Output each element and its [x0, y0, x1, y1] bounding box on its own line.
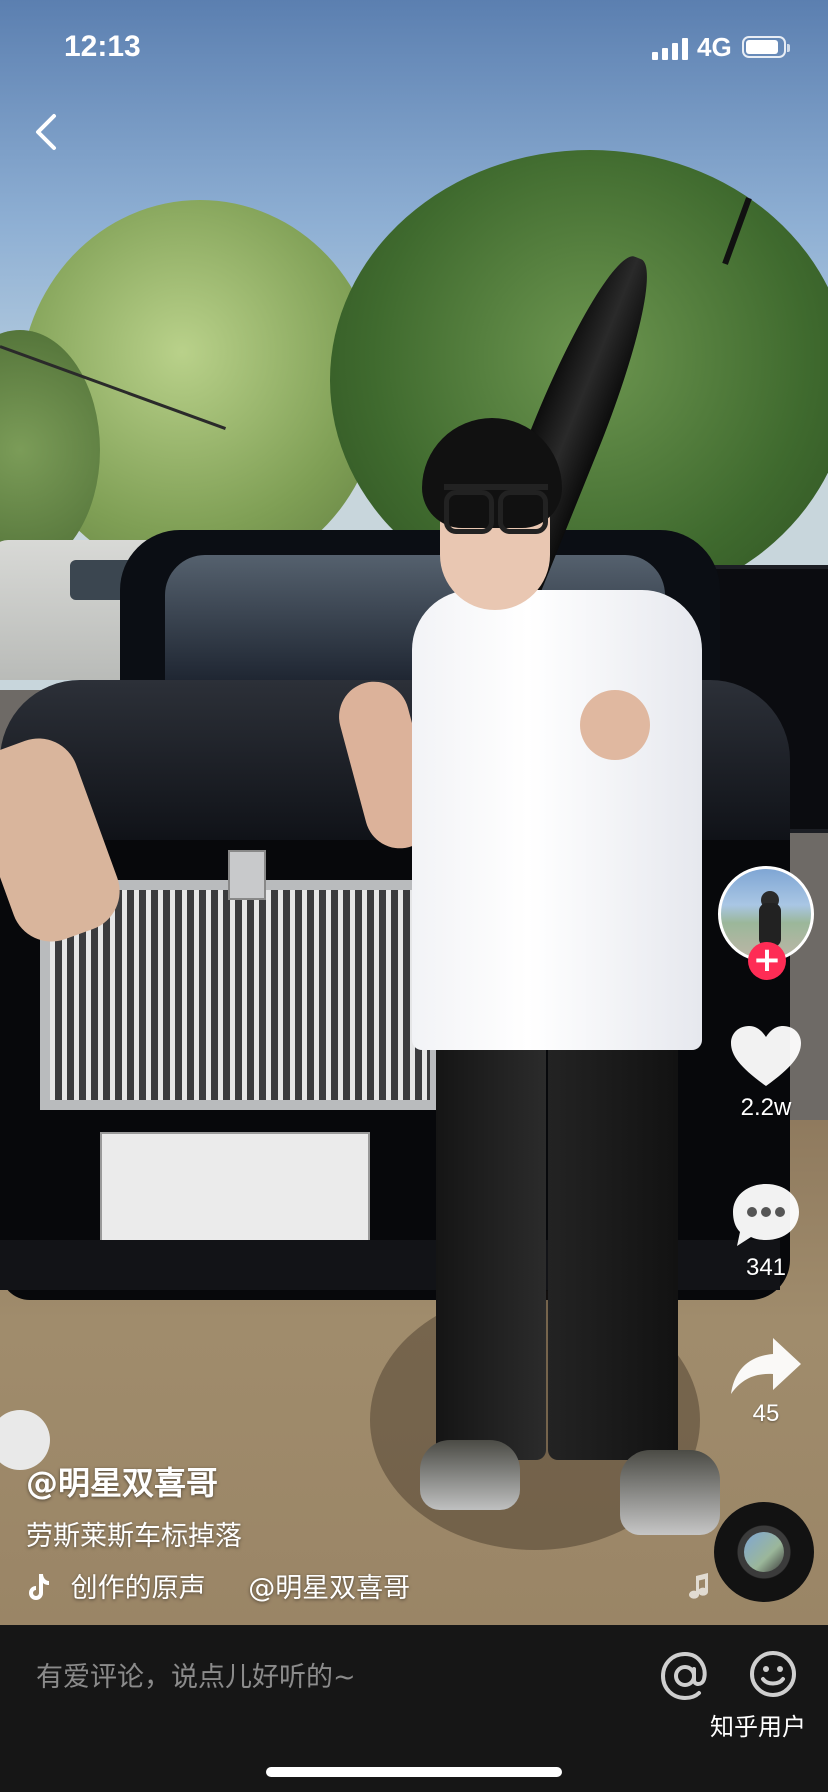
- share-icon: [731, 1338, 801, 1394]
- watermark: 知乎用户: [710, 1713, 806, 1741]
- person-shoe: [620, 1450, 720, 1535]
- car-badge: [228, 850, 266, 900]
- comment-input[interactable]: 有爱评论，说点儿好听的~: [36, 1655, 356, 1694]
- like-button[interactable]: 2.2w: [718, 1024, 814, 1122]
- author-avatar-button[interactable]: +: [718, 866, 814, 980]
- person-leg: [548, 1030, 678, 1460]
- comment-count: 341: [745, 1254, 787, 1281]
- comment-icon: [733, 1184, 799, 1246]
- music-disc-icon: [744, 1532, 784, 1572]
- person-hand: [580, 690, 650, 760]
- license-plate: [100, 1132, 370, 1246]
- signal-icon: [652, 36, 688, 60]
- network-type: 4G: [697, 32, 732, 62]
- author-name[interactable]: @明星双喜哥: [26, 1458, 218, 1504]
- home-indicator[interactable]: [266, 1767, 562, 1777]
- share-button[interactable]: 45: [718, 1336, 814, 1428]
- person-leg: [436, 1030, 546, 1460]
- at-icon[interactable]: [658, 1649, 712, 1703]
- follow-button[interactable]: +: [748, 942, 786, 980]
- sound-author: @明星双喜哥: [248, 1573, 411, 1604]
- plus-icon: +: [752, 940, 782, 980]
- battery-icon: [742, 36, 790, 58]
- status-time: 12:13: [64, 30, 141, 63]
- chevron-left-icon: [36, 114, 56, 150]
- video-description: 劳斯莱斯车标掉落: [26, 1521, 242, 1552]
- sound-title: 创作的原声: [70, 1573, 206, 1604]
- status-bar: 12:13 4G: [0, 0, 828, 96]
- heart-icon: [731, 1026, 801, 1086]
- video-player[interactable]: [0, 0, 828, 1625]
- back-button[interactable]: [28, 108, 68, 156]
- person-glasses: [444, 484, 548, 534]
- battery-level: [746, 40, 778, 54]
- person-shirt: [412, 590, 702, 1050]
- like-count: 2.2w: [740, 1094, 792, 1121]
- share-count: 45: [752, 1400, 780, 1427]
- tiktok-note-icon: [29, 1574, 49, 1600]
- comment-bar: 有爱评论，说点儿好听的~ 知乎用户: [0, 1625, 828, 1792]
- comment-button[interactable]: 341: [718, 1180, 814, 1282]
- app-screen: 12:13 4G + 2.2w 341 45 @明星双喜哥 劳斯莱斯车标掉落 创…: [0, 0, 828, 1792]
- emoji-icon[interactable]: [748, 1649, 798, 1699]
- person-shoe: [420, 1440, 520, 1510]
- music-disc-button[interactable]: [714, 1502, 814, 1602]
- sound-info[interactable]: 创作的原声 @明星双喜哥: [26, 1566, 411, 1604]
- music-note-icon: [689, 1573, 708, 1599]
